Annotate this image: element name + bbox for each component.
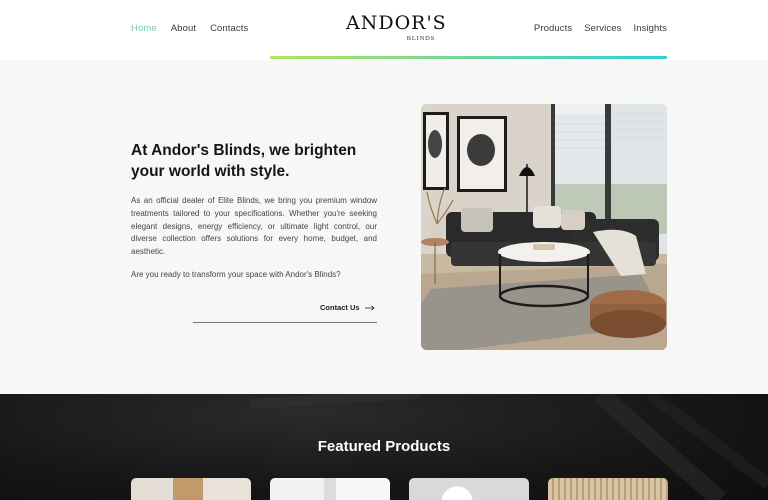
featured-products-title: Featured Products: [317, 438, 451, 455]
header-accent-line: [270, 56, 667, 59]
nav-contacts-link[interactable]: Contacts: [210, 23, 248, 34]
featured-products-section: Featured Products: [0, 394, 768, 500]
hero-section: At Andor's Blinds, we brighten your worl…: [0, 60, 768, 394]
product-card[interactable]: [409, 478, 529, 500]
living-room-image: [421, 104, 667, 350]
hero-question: Are you ready to transform your space wi…: [131, 270, 341, 279]
contact-underline: [193, 322, 377, 323]
nav-about-link[interactable]: About: [171, 23, 196, 34]
product-card[interactable]: [131, 478, 251, 500]
arrow-right-icon: [364, 304, 375, 311]
hero-title: At Andor's Blinds, we brighten your worl…: [131, 142, 357, 180]
nav-services-link[interactable]: Services: [584, 23, 621, 34]
product-card[interactable]: [548, 478, 668, 500]
hero-description: As an official dealer of Elite Blinds, w…: [131, 196, 377, 257]
nav-products-link[interactable]: Products: [534, 23, 572, 34]
nav-home-link[interactable]: Home: [131, 23, 157, 34]
product-card[interactable]: [270, 478, 390, 500]
logo-wordmark: ANDOR'S: [346, 12, 447, 34]
nav-left: Home About Contacts: [131, 23, 248, 34]
contact-us-link[interactable]: Contact Us: [320, 303, 375, 312]
brand-logo[interactable]: ANDOR'S BLINDS: [346, 12, 447, 45]
nav-right: Products Services Insights: [534, 23, 667, 34]
nav-insights-link[interactable]: Insights: [633, 23, 667, 34]
site-header: Home About Contacts ANDOR'S BLINDS Produ…: [0, 0, 768, 60]
contact-us-label: Contact Us: [320, 303, 360, 312]
logo-subtitle: BLINDS: [406, 35, 435, 42]
